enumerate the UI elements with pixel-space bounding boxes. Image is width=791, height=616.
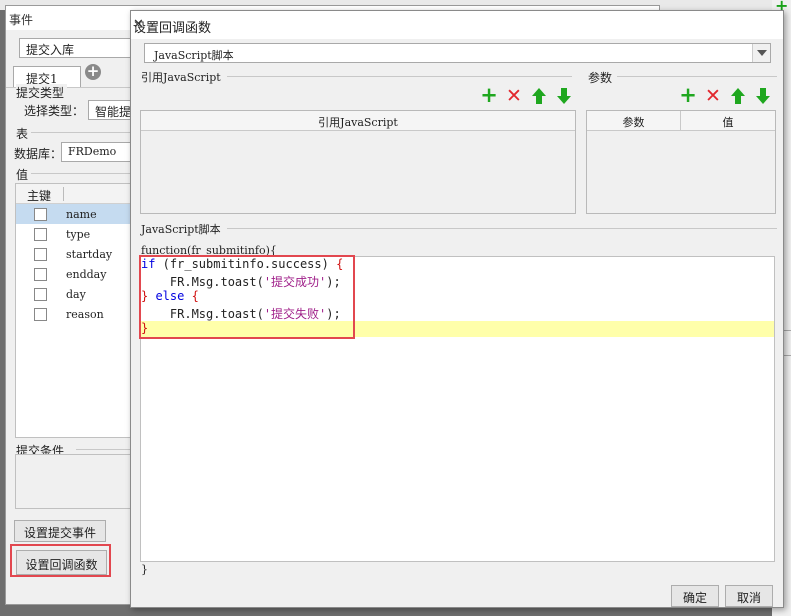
plus-icon[interactable]: + <box>480 85 498 106</box>
script-group-label: JavaScript脚本 <box>141 221 224 237</box>
checkbox[interactable] <box>34 208 47 221</box>
delete-icon[interactable]: ✕ <box>704 87 722 106</box>
checkbox[interactable] <box>34 228 47 241</box>
field-name: day <box>66 288 86 301</box>
script-type-select[interactable]: JavaScript脚本 <box>144 43 771 63</box>
param-group-label: 参数 <box>588 69 616 86</box>
code-highlight-box <box>139 255 355 339</box>
checkbox[interactable] <box>34 268 47 281</box>
divider <box>227 228 777 229</box>
arrow-up-icon[interactable] <box>530 87 548 105</box>
ref-js-list[interactable]: 引用JavaScript <box>140 110 576 214</box>
checkbox[interactable] <box>34 248 47 261</box>
divider <box>617 76 777 77</box>
table-group-label: 表 <box>16 125 32 142</box>
field-name: endday <box>66 268 107 281</box>
values-group-label: 值 <box>16 166 32 183</box>
ok-button[interactable]: 确定 <box>671 585 719 607</box>
arrow-down-icon[interactable] <box>555 87 573 105</box>
callback-button-highlight <box>10 544 111 577</box>
script-type-value: JavaScript脚本 <box>154 49 234 62</box>
code-footer: } <box>141 563 148 576</box>
value-header: 值 <box>681 111 775 131</box>
primary-key-header: 主键 <box>27 189 52 203</box>
checkbox[interactable] <box>34 308 47 321</box>
column-divider <box>63 187 64 201</box>
arrow-up-icon[interactable] <box>729 87 747 105</box>
plus-icon[interactable]: + <box>679 85 697 106</box>
param-header: 参数 <box>587 111 681 131</box>
ref-js-group-label: 引用JavaScript <box>141 69 224 85</box>
callback-dialog: 设置回调函数 ✕ JavaScript脚本 引用JavaScript 参数 + … <box>130 10 784 608</box>
arrow-down-icon[interactable] <box>754 87 772 105</box>
chevron-down-icon[interactable] <box>752 44 770 62</box>
field-name: reason <box>66 308 104 321</box>
database-label: 数据库： <box>14 145 66 162</box>
select-type-label: 选择类型： <box>24 102 88 119</box>
divider <box>227 76 572 77</box>
field-name: type <box>66 228 91 241</box>
cancel-button[interactable]: 取消 <box>725 585 773 607</box>
delete-icon[interactable]: ✕ <box>505 87 523 106</box>
ref-js-header: 引用JavaScript <box>141 111 575 131</box>
field-name: name <box>66 208 97 221</box>
callback-dialog-titlebar: 设置回调函数 ✕ <box>131 11 783 39</box>
checkbox[interactable] <box>34 288 47 301</box>
param-table[interactable]: 参数 值 <box>586 110 776 214</box>
add-tab-icon[interactable]: + <box>85 64 101 80</box>
set-submit-event-button[interactable]: 设置提交事件 <box>14 520 106 542</box>
submit-type-group-label: 提交类型 <box>16 84 68 101</box>
field-name: startday <box>66 248 113 261</box>
event-dialog-title: 事件 <box>9 13 34 27</box>
close-icon[interactable]: ✕ <box>133 17 775 32</box>
